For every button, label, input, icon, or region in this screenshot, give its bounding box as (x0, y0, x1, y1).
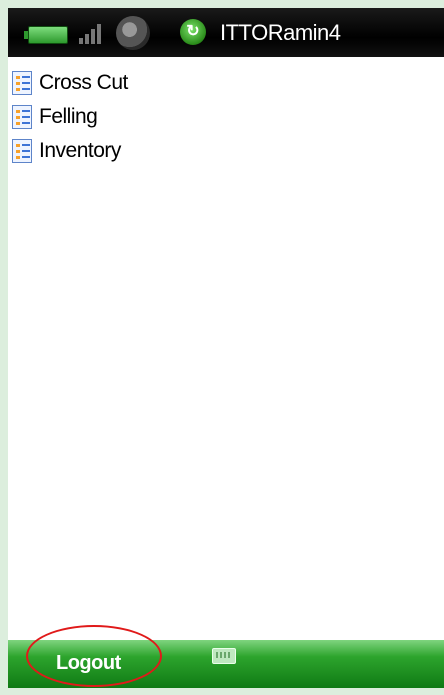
soft-key-bar: Logout (8, 625, 444, 688)
signal-icon (79, 20, 107, 44)
keyboard-icon[interactable] (212, 648, 236, 664)
sync-icon[interactable]: ↻ (180, 19, 206, 45)
status-bar: ↻ ITTORamin4 (8, 8, 444, 57)
list-item-cross-cut[interactable]: Cross Cut (12, 66, 432, 100)
list-item-inventory[interactable]: Inventory (12, 134, 432, 168)
list-icon (12, 105, 32, 129)
list-item-label: Felling (39, 105, 98, 128)
menu-list: Cross Cut Felling Inventory (12, 66, 432, 168)
logout-button[interactable]: Logout (56, 652, 121, 675)
list-item-label: Cross Cut (39, 71, 128, 94)
phone-screen: ↻ ITTORamin4 Cross Cut Felling Inventory… (8, 8, 444, 688)
list-icon (12, 139, 32, 163)
list-icon (12, 71, 32, 95)
app-title[interactable]: ITTORamin4 (220, 20, 341, 46)
speaker-icon[interactable] (116, 16, 150, 50)
battery-icon (24, 26, 68, 44)
list-item-felling[interactable]: Felling (12, 100, 432, 134)
list-item-label: Inventory (39, 139, 121, 162)
